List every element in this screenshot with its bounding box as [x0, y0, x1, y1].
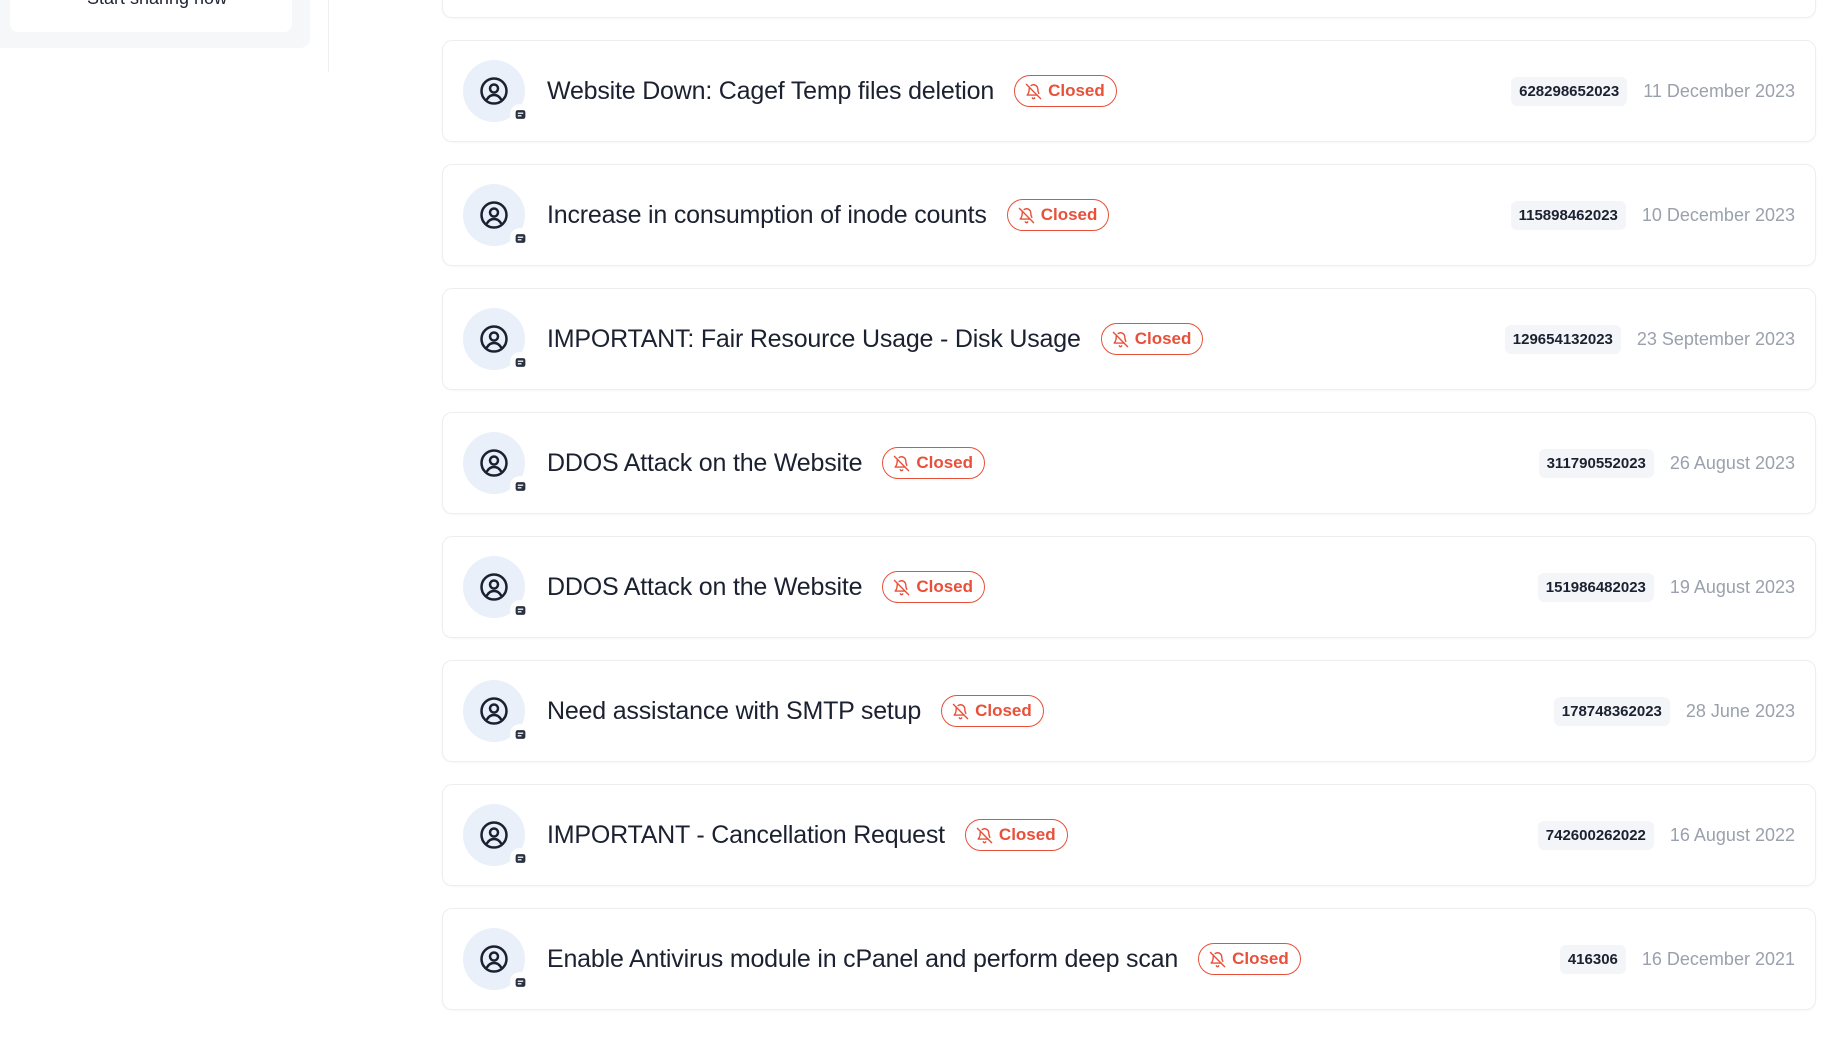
bell-off-icon [1025, 83, 1042, 99]
ticket-list: Closed Website Down: Cagef Temp f [442, 0, 1816, 1032]
ticket-title: Enable Antivirus module in cPanel and pe… [547, 944, 1179, 973]
bell-off-icon [1112, 331, 1128, 347]
ticket-icon [510, 104, 530, 124]
ticket-row[interactable]: Need assistance with SMTP setup Closed 1… [442, 660, 1816, 762]
ticket-icon [510, 972, 530, 992]
ticket-date: 10 December 2023 [1641, 204, 1795, 225]
ticket-icon [510, 228, 530, 248]
ticket-title: IMPORTANT: Fair Resource Usage - Disk Us… [547, 324, 1081, 353]
bell-off-icon [894, 579, 910, 595]
ticket-icon [510, 476, 530, 496]
ticket-id: 129654132023 [1504, 324, 1621, 354]
bell-off-icon [894, 455, 910, 471]
status-badge: Closed [1198, 943, 1301, 975]
ticket-avatar [463, 556, 530, 620]
ticket-avatar [463, 308, 530, 372]
status-label: Closed [975, 701, 1032, 720]
status-label: Closed [1048, 81, 1105, 100]
ticket-date: 23 September 2023 [1636, 328, 1795, 349]
status-label: Closed [1134, 329, 1192, 348]
ticket-date: 28 June 2023 [1685, 700, 1795, 721]
ticket-row[interactable]: IMPORTANT: Fair Resource Usage - Disk Us… [442, 288, 1816, 390]
sidebar-divider [328, 0, 329, 72]
status-badge: Closed [964, 819, 1068, 851]
ticket-id: 115898462023 [1510, 200, 1626, 230]
status-badge: Closed [941, 695, 1044, 727]
start-sharing-link[interactable]: Start sharing now [87, 0, 227, 9]
ticket-row[interactable]: DDOS Attack on the Website Closed 311790… [442, 412, 1816, 514]
ticket-date: 19 August 2023 [1669, 576, 1795, 597]
ticket-title: Need assistance with SMTP setup [547, 696, 922, 725]
ticket-avatar [463, 680, 530, 744]
status-label: Closed [916, 453, 974, 472]
ticket-id: 628298652023 [1511, 76, 1628, 106]
bell-off-icon [976, 827, 993, 843]
ticket-avatar [463, 804, 530, 868]
ticket-id: 178748362023 [1553, 696, 1670, 726]
status-label: Closed [916, 577, 974, 596]
ticket-title: DDOS Attack on the Website [547, 572, 863, 601]
status-badge: Closed [1100, 323, 1204, 355]
sidebar-cta-card[interactable]: Start sharing now [10, 0, 292, 32]
ticket-avatar [463, 184, 530, 248]
ticket-title: Increase in consumption of inode counts [547, 200, 987, 229]
ticket-icon [510, 352, 530, 372]
ticket-row[interactable]: Increase in consumption of inode counts … [442, 164, 1816, 266]
ticket-date: 16 December 2021 [1641, 948, 1795, 969]
ticket-row[interactable]: Enable Antivirus module in cPanel and pe… [442, 908, 1816, 1010]
status-badge: Closed [882, 571, 986, 603]
status-badge: Closed [1006, 199, 1110, 231]
ticket-date: 11 December 2023 [1643, 80, 1795, 101]
ticket-row[interactable]: Closed [442, 0, 1816, 18]
ticket-title: DDOS Attack on the Website [547, 448, 863, 477]
ticket-title: Website Down: Cagef Temp files deletion [547, 76, 995, 105]
bell-off-icon [1209, 951, 1226, 967]
status-label: Closed [1232, 949, 1289, 968]
status-label: Closed [1040, 205, 1098, 224]
ticket-id: 416306 [1559, 944, 1626, 974]
status-label: Closed [998, 825, 1056, 844]
status-badge: Closed [1014, 75, 1117, 107]
ticket-icon [510, 724, 530, 744]
ticket-id: 311790552023 [1538, 448, 1654, 478]
ticket-date: 26 August 2023 [1669, 452, 1795, 473]
ticket-avatar [463, 60, 530, 124]
status-badge: Closed [882, 447, 986, 479]
ticket-row[interactable]: IMPORTANT - Cancellation Request Closed … [442, 784, 1816, 886]
ticket-avatar [463, 432, 530, 496]
ticket-id: 742600262022 [1537, 820, 1654, 850]
ticket-icon [510, 600, 530, 620]
ticket-title: IMPORTANT - Cancellation Request [547, 820, 945, 849]
ticket-avatar [463, 928, 530, 992]
ticket-id: 151986482023 [1537, 572, 1654, 602]
ticket-row[interactable]: DDOS Attack on the Website Closed 151986… [442, 536, 1816, 638]
ticket-row[interactable]: Website Down: Cagef Temp files deletion … [442, 40, 1816, 142]
bell-off-icon [952, 703, 969, 719]
ticket-icon [510, 848, 530, 868]
sidebar-panel: Start sharing now [0, 0, 310, 48]
ticket-date: 16 August 2022 [1669, 824, 1795, 845]
bell-off-icon [1018, 207, 1034, 223]
